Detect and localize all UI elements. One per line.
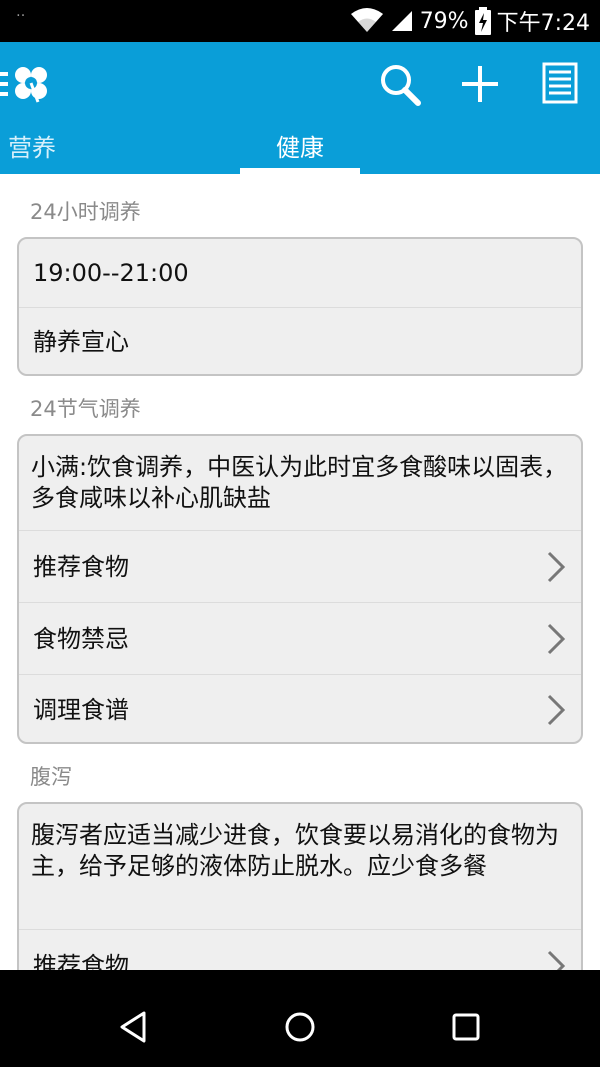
list-item-food-taboo[interactable]: 食物禁忌 bbox=[19, 602, 581, 674]
list-item-label: 推荐食物 bbox=[33, 553, 129, 581]
health-content[interactable]: 24小时调养 19:00--21:00 静养宣心 24节气调养 小满:饮食调养，… bbox=[0, 174, 600, 970]
list-item-label: 食物禁忌 bbox=[33, 625, 129, 653]
tab-health[interactable]: 健康 bbox=[240, 126, 360, 174]
chevron-right-icon bbox=[547, 623, 566, 654]
wifi-icon bbox=[350, 8, 383, 32]
battery-percent: 79% bbox=[419, 8, 469, 34]
app-bar: 营养 健康 bbox=[0, 42, 600, 174]
list-item-recommended-food-diarrhea[interactable]: 推荐食物 bbox=[19, 929, 581, 970]
solar-term-summary: 小满:饮食调养，中医认为此时宜多食酸味以固表，多食咸味以补心肌缺盐 bbox=[19, 436, 581, 530]
chevron-right-icon bbox=[547, 694, 566, 725]
card-diarrhea: 腹泻者应适当减少进食，饮食要以易消化的食物为主，给予足够的液体防止脱水。应少食多… bbox=[17, 802, 583, 970]
solar-term-summary-text: 小满:饮食调养，中医认为此时宜多食酸味以固表，多食咸味以补心肌缺盐 bbox=[31, 453, 568, 512]
system-nav-bar bbox=[0, 985, 600, 1067]
tab-bar: 营养 健康 bbox=[0, 126, 600, 174]
list-item-time-range: 19:00--21:00 bbox=[19, 239, 581, 307]
notification-indicator: ‥ bbox=[16, 4, 26, 20]
clock: 下午7:24 bbox=[496, 11, 590, 36]
time-range-text: 19:00--21:00 bbox=[33, 259, 189, 287]
diarrhea-summary: 腹泻者应适当减少进食，饮食要以易消化的食物为主，给予足够的液体防止脱水。应少食多… bbox=[19, 804, 581, 929]
list-item-recommended-food[interactable]: 推荐食物 bbox=[19, 530, 581, 602]
add-icon[interactable] bbox=[456, 60, 504, 108]
tab-nutrition[interactable]: 营养 bbox=[8, 126, 56, 174]
section-title-diarrhea: 腹泻 bbox=[30, 765, 72, 789]
cell-signal-icon bbox=[391, 11, 412, 31]
list-item-advice: 静养宣心 bbox=[19, 307, 581, 374]
recents-icon[interactable] bbox=[446, 1007, 486, 1047]
home-icon[interactable] bbox=[280, 1007, 320, 1047]
list-item-recipes[interactable]: 调理食谱 bbox=[19, 674, 581, 742]
battery-charging-icon bbox=[474, 7, 491, 35]
section-title-24-hours: 24小时调养 bbox=[30, 200, 141, 224]
card-solar-terms: 小满:饮食调养，中医认为此时宜多食酸味以固表，多食咸味以补心肌缺盐 推荐食物 食… bbox=[17, 434, 583, 744]
search-icon[interactable] bbox=[376, 60, 424, 108]
clover-logo-icon[interactable] bbox=[0, 62, 56, 106]
chevron-right-icon bbox=[547, 551, 566, 582]
diarrhea-summary-text: 腹泻者应适当减少进食，饮食要以易消化的食物为主，给予足够的液体防止脱水。应少食多… bbox=[31, 821, 559, 880]
list-item-label: 调理食谱 bbox=[33, 696, 129, 724]
status-bar: ‥ 79% 下午7:24 bbox=[0, 0, 600, 42]
section-title-solar-terms: 24节气调养 bbox=[30, 397, 141, 421]
list-item-label: 推荐食物 bbox=[33, 952, 129, 970]
chevron-right-icon bbox=[547, 950, 566, 970]
menu-list-icon[interactable] bbox=[536, 60, 584, 108]
advice-text: 静养宣心 bbox=[33, 328, 129, 356]
card-24-hours: 19:00--21:00 静养宣心 bbox=[17, 237, 583, 376]
back-icon[interactable] bbox=[114, 1007, 154, 1047]
